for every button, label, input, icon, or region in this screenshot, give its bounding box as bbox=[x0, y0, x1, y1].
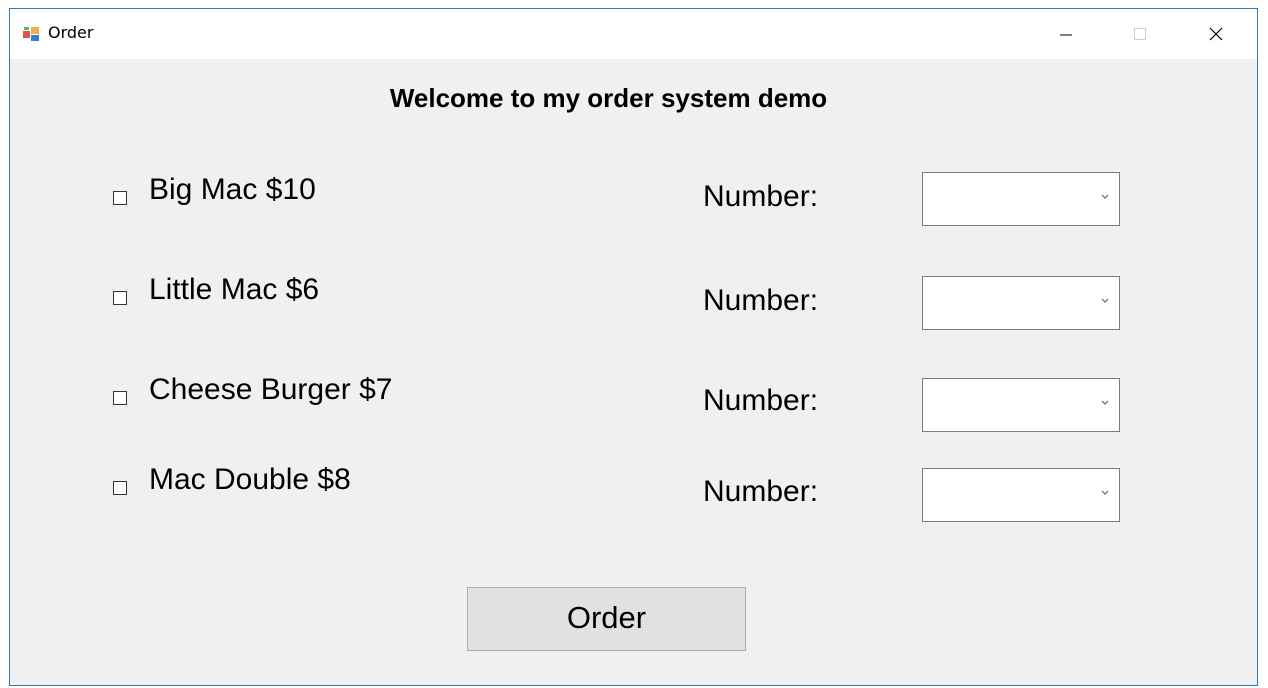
chevron-down-icon bbox=[1101, 490, 1109, 495]
number-label: Number: bbox=[703, 475, 819, 508]
maximize-icon bbox=[1134, 28, 1146, 40]
mac-double-label[interactable]: Mac Double $8 bbox=[149, 463, 351, 497]
order-item-row: Mac Double $8 Number: bbox=[10, 463, 1257, 527]
big-mac-checkbox[interactable] bbox=[113, 191, 127, 205]
order-item-row: Little Mac $6 Number: bbox=[10, 273, 1257, 333]
chevron-down-icon bbox=[1101, 400, 1109, 405]
cheese-burger-checkbox[interactable] bbox=[113, 391, 127, 405]
cheese-burger-label[interactable]: Cheese Burger $7 bbox=[149, 373, 393, 407]
close-button[interactable] bbox=[1193, 9, 1239, 59]
heading-text: Welcome to my order system demo bbox=[389, 83, 828, 113]
form-app-icon bbox=[22, 26, 40, 42]
number-label: Number: bbox=[703, 384, 819, 417]
little-mac-label[interactable]: Little Mac $6 bbox=[149, 273, 319, 307]
mac-double-checkbox[interactable] bbox=[113, 481, 127, 495]
order-button[interactable]: Order bbox=[467, 587, 746, 651]
mac-double-quantity-dropdown[interactable] bbox=[922, 468, 1120, 522]
window-title: Order bbox=[48, 23, 94, 42]
little-mac-quantity-dropdown[interactable] bbox=[922, 276, 1120, 330]
order-window: Order Welcome to my order system demo Bi… bbox=[9, 8, 1258, 686]
minimize-icon bbox=[1060, 34, 1072, 36]
title-bar[interactable]: Order bbox=[10, 9, 1257, 59]
number-label: Number: bbox=[703, 180, 819, 213]
big-mac-quantity-dropdown[interactable] bbox=[922, 172, 1120, 226]
number-label: Number: bbox=[703, 284, 819, 317]
chevron-down-icon bbox=[1101, 298, 1109, 303]
order-item-row: Big Mac $10 Number: bbox=[10, 169, 1257, 229]
little-mac-checkbox[interactable] bbox=[113, 291, 127, 305]
big-mac-label[interactable]: Big Mac $10 bbox=[149, 173, 316, 207]
cheese-burger-quantity-dropdown[interactable] bbox=[922, 378, 1120, 432]
maximize-button[interactable] bbox=[1117, 9, 1163, 59]
close-icon bbox=[1209, 27, 1223, 41]
minimize-button[interactable] bbox=[1043, 9, 1089, 59]
chevron-down-icon bbox=[1101, 194, 1109, 199]
order-item-row: Cheese Burger $7 Number: bbox=[10, 373, 1257, 435]
page-heading: Welcome to my order system demo bbox=[10, 83, 1257, 114]
